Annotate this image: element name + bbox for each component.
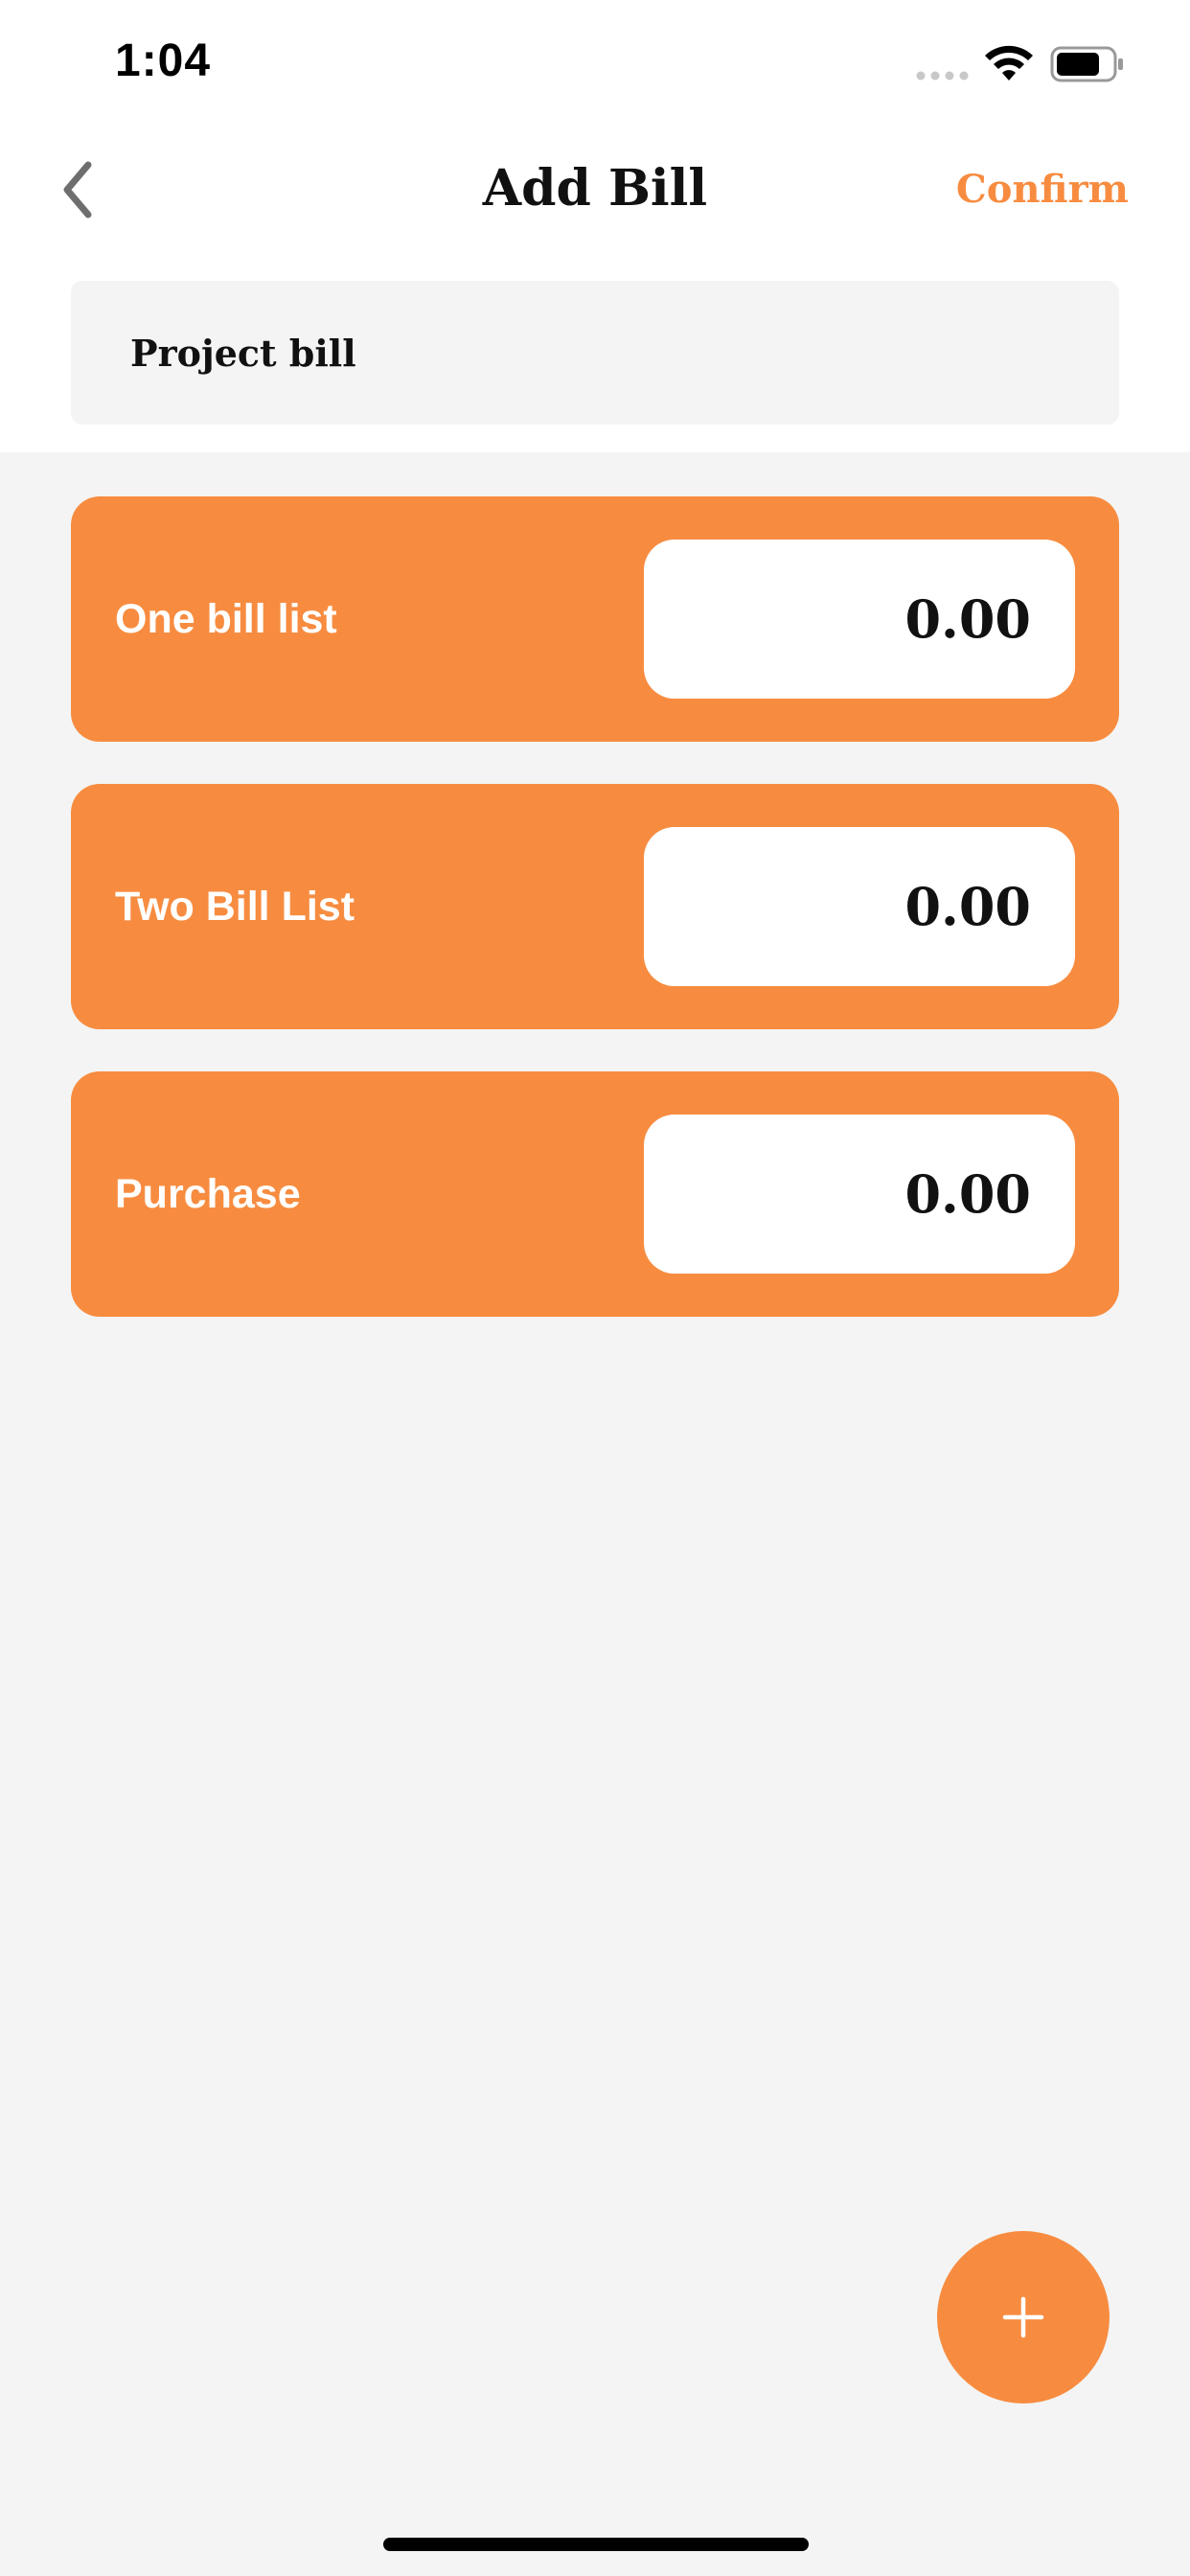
- wifi-icon: [985, 45, 1033, 80]
- bill-card[interactable]: One bill list 0.00: [71, 496, 1119, 742]
- bill-amount-input[interactable]: 0.00: [644, 827, 1075, 986]
- project-name-value: Project bill: [130, 331, 356, 375]
- bill-card[interactable]: Purchase 0.00: [71, 1071, 1119, 1317]
- bill-amount-input[interactable]: 0.00: [644, 540, 1075, 699]
- project-name-field[interactable]: Project bill: [71, 281, 1119, 425]
- plus-icon: [1002, 2296, 1044, 2338]
- bill-label: Two Bill List: [115, 883, 355, 930]
- signal-icon: [916, 71, 969, 80]
- bill-card[interactable]: Two Bill List 0.00: [71, 784, 1119, 1029]
- status-time: 1:04: [115, 35, 212, 86]
- add-bill-button[interactable]: [937, 2231, 1110, 2404]
- bill-label: Purchase: [115, 1170, 301, 1217]
- back-button[interactable]: [48, 155, 105, 224]
- page-title: Add Bill: [482, 159, 708, 218]
- bill-amount-input[interactable]: 0.00: [644, 1115, 1075, 1274]
- bill-label: One bill list: [115, 595, 337, 642]
- home-indicator[interactable]: [383, 2538, 809, 2551]
- chevron-left-icon: [63, 161, 92, 218]
- bill-list: One bill list 0.00 Two Bill List 0.00 Pu…: [71, 496, 1119, 1359]
- confirm-button[interactable]: Confirm: [956, 161, 1129, 218]
- battery-icon: [1050, 46, 1123, 82]
